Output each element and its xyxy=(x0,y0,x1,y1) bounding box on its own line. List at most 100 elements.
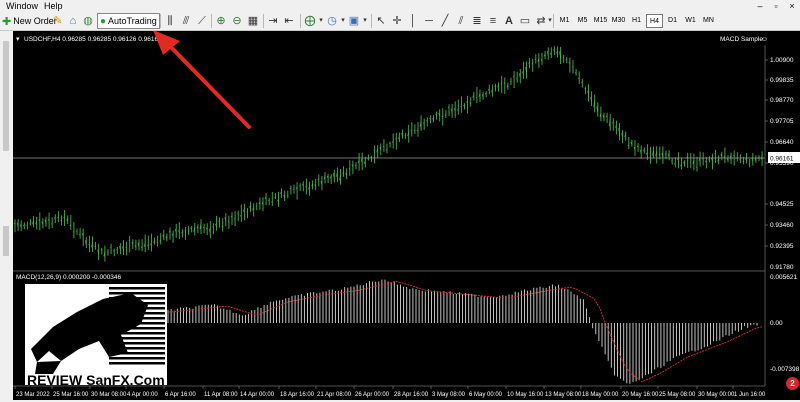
timeframe-m30[interactable]: M30 xyxy=(610,14,627,28)
logo-stripe xyxy=(109,357,165,360)
toolbar: ✚ New Order ✎ ⌂ ◍ ● AutoTrading ⫼ ⫻ ⟋ ⊕ … xyxy=(0,12,800,31)
fibonacci-icon[interactable]: ≣ xyxy=(471,15,483,27)
price-candle xyxy=(581,82,582,83)
time-tick-label: 14 Apr 00:00 xyxy=(240,392,275,398)
scroll-handle[interactable] xyxy=(3,41,9,151)
time-tick-label: 11 Apr 08:00 xyxy=(204,392,238,398)
chart-window[interactable]: ▾ USDCHF,H4 0.96285 0.96285 0.96126 0.96… xyxy=(13,31,800,400)
candle-chart-icon[interactable]: ⫻ xyxy=(180,15,192,27)
notification-badge[interactable]: 2 xyxy=(786,377,799,390)
tile-windows-icon[interactable]: ▦ xyxy=(247,15,259,27)
chart-canvas[interactable]: ▾ USDCHF,H4 0.96285 0.96285 0.96126 0.96… xyxy=(13,31,800,400)
minimize-icon[interactable]: – xyxy=(752,0,768,12)
price-candle xyxy=(203,227,204,228)
timeframe-m5[interactable]: M5 xyxy=(574,14,591,28)
time-tick-label: 4 Apr 00:00 xyxy=(127,392,158,398)
close-icon[interactable]: × xyxy=(784,0,800,12)
vertical-line-icon[interactable]: │ xyxy=(407,15,419,27)
navigator-strip[interactable] xyxy=(0,31,14,400)
new-order-button[interactable]: ✚ New Order xyxy=(2,13,57,29)
zoom-out-icon[interactable]: ⊖ xyxy=(231,15,243,27)
red-arrow-annotation xyxy=(153,31,249,127)
price-tick-label: 0.96640 xyxy=(770,139,794,146)
menu-help[interactable]: Help xyxy=(44,0,63,12)
time-tick-label: 18 Apr 16:00 xyxy=(280,392,315,398)
chart-collapse-icon[interactable]: ▾ xyxy=(16,36,20,43)
autotrading-icon: ● xyxy=(100,16,106,27)
time-tick-label: 28 Apr 16:00 xyxy=(394,392,429,398)
line-chart-icon[interactable]: ⟋ xyxy=(196,15,208,27)
autoscroll-icon[interactable]: ⇤ xyxy=(283,15,295,27)
logo-stripe xyxy=(109,362,165,365)
toolbar-separator xyxy=(211,14,212,28)
menu-bar: Window Help – ▫ × xyxy=(0,0,800,12)
price-tick-label: 0.97705 xyxy=(770,118,794,125)
timeframe-d1[interactable]: D1 xyxy=(664,14,681,28)
arrows-dropdown-icon[interactable]: ▾ xyxy=(544,15,556,27)
menu-window[interactable]: Window xyxy=(6,0,38,12)
crosshair-icon[interactable]: ✛ xyxy=(391,15,403,27)
macd-header: MACD(12,26,9) 0.000200 -0.000346 xyxy=(16,274,122,281)
time-tick-label: 25 May 08:00 xyxy=(659,392,696,398)
current-price-label: 0.96161 xyxy=(770,156,794,163)
time-tick-label: 10 May 16:00 xyxy=(507,392,544,398)
timeframe-h4[interactable]: H4 xyxy=(646,14,663,28)
price-tick-label: 0.93460 xyxy=(770,222,794,229)
time-tick-label: 3 May 08:00 xyxy=(432,392,466,398)
macd-histogram xyxy=(168,280,760,384)
scroll-handle[interactable] xyxy=(3,226,9,256)
trendline-icon[interactable]: ╱ xyxy=(439,15,451,27)
horizontal-line-icon[interactable]: ─ xyxy=(423,15,435,27)
logo-text: REVIEW SanFX.Com xyxy=(27,372,165,388)
expert-smile-icon: ☺ xyxy=(761,36,768,43)
zoom-in-icon[interactable]: ⊕ xyxy=(215,15,227,27)
time-tick-label: 6 Apr 16:00 xyxy=(165,392,196,398)
logo-stripe xyxy=(109,287,165,290)
price-tick-label: 0.92395 xyxy=(770,243,794,250)
time-tick-label: 23 Mar 2022 xyxy=(16,392,50,398)
price-candle xyxy=(185,231,186,232)
bar-chart-icon[interactable]: ⫼ xyxy=(164,15,176,27)
macd-tick-label: 0.00 xyxy=(770,320,783,327)
toolbar-separator xyxy=(160,14,161,28)
text-label-icon[interactable]: ▭ xyxy=(519,15,531,27)
time-tick-label: 18 May 00:00 xyxy=(582,392,619,398)
expert-name: MACD Sample xyxy=(720,36,763,43)
toolbar-separator xyxy=(300,14,301,28)
pencil-icon[interactable]: ✎ xyxy=(52,15,64,27)
price-tick-label: 0.98770 xyxy=(770,97,794,104)
restore-icon[interactable]: ▫ xyxy=(768,0,784,12)
new-order-label: New Order xyxy=(13,16,57,26)
fibonacci-fan-icon[interactable]: ≡ xyxy=(487,15,499,27)
time-tick-label: 26 Apr 00:00 xyxy=(355,392,390,398)
autotrading-label: AutoTrading xyxy=(108,16,157,26)
timeframe-w1[interactable]: W1 xyxy=(682,14,699,28)
time-tick-label: 25 Mar 16:00 xyxy=(53,392,89,398)
new-order-icon: ✚ xyxy=(2,15,11,28)
globe-icon[interactable]: ◍ xyxy=(82,15,94,27)
logo-stripe xyxy=(109,292,165,295)
time-tick-label: 13 May 08:00 xyxy=(545,392,582,398)
time-tick-label: 21 Apr 08:00 xyxy=(317,392,352,398)
timeframe-m15[interactable]: M15 xyxy=(592,14,609,28)
equidistant-channel-icon[interactable]: ⫽ xyxy=(455,15,467,27)
autotrading-button[interactable]: ● AutoTrading xyxy=(97,13,160,29)
price-candles xyxy=(14,46,762,261)
macd-axis: 0.0056210.00-0.007398 xyxy=(770,274,800,373)
timeframe-m1[interactable]: M1 xyxy=(556,14,573,28)
macd-tick-label: -0.007398 xyxy=(770,366,800,373)
text-icon[interactable]: A xyxy=(503,15,515,27)
price-candle xyxy=(566,59,567,60)
templates-dropdown-icon[interactable]: ▾ xyxy=(359,15,371,27)
timeframe-h1[interactable]: H1 xyxy=(628,14,645,28)
cursor-icon[interactable]: ↖ xyxy=(375,15,387,27)
toolbar-separator xyxy=(371,14,372,28)
lock-icon[interactable]: ⌂ xyxy=(67,15,79,27)
toolbar-separator xyxy=(263,14,264,28)
price-tick-label: 0.99835 xyxy=(770,77,794,84)
chart-shift-icon[interactable]: ⇥ xyxy=(267,15,279,27)
time-tick-label: 30 May 00:00 xyxy=(698,392,735,398)
price-axis: 1.009000.998350.987700.977050.966400.955… xyxy=(765,57,794,271)
timeframe-mn[interactable]: MN xyxy=(700,14,717,28)
price-tick-label: 0.91780 xyxy=(770,264,794,271)
